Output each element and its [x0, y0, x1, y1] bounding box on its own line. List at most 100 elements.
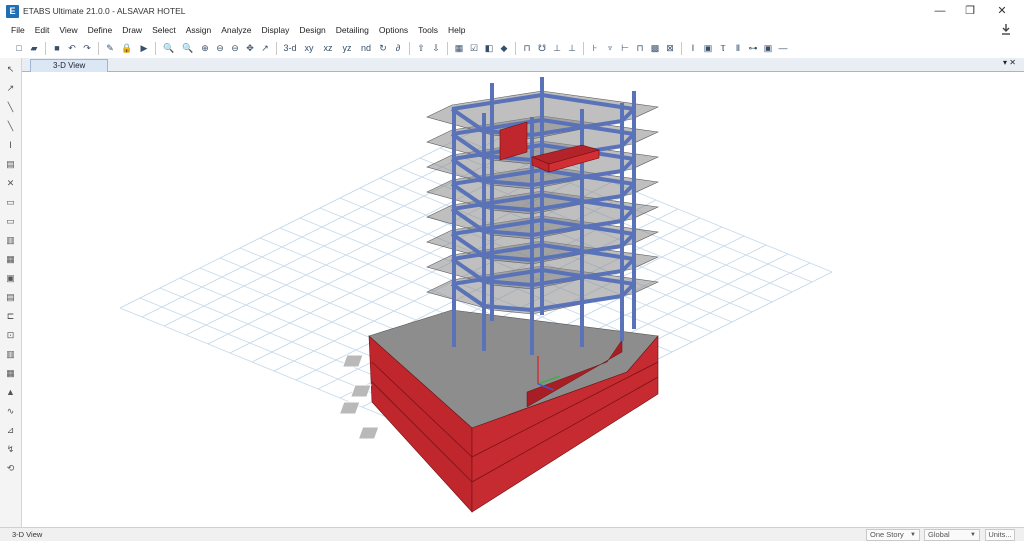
coordinate-system-dropdown[interactable]: Global ▼: [924, 529, 980, 541]
draw-link-icon[interactable]: ⊢: [618, 41, 632, 55]
menu-define[interactable]: Define: [83, 25, 118, 35]
draw-brace-icon[interactable]: ✕: [4, 176, 18, 190]
menu-tools[interactable]: Tools: [413, 25, 443, 35]
menu-options[interactable]: Options: [374, 25, 413, 35]
menu-help[interactable]: Help: [443, 25, 470, 35]
draw-dimension-icon[interactable]: Ⅰ: [686, 41, 700, 55]
reshape-icon[interactable]: ↗: [4, 81, 18, 95]
zoom-restore-icon[interactable]: 🔍: [179, 41, 197, 55]
download-icon[interactable]: [1000, 23, 1012, 36]
podium-base[interactable]: [338, 309, 659, 513]
draw-frame-icon[interactable]: ╲: [4, 119, 18, 133]
toolbar-separator: [515, 41, 516, 55]
draw-brace-icon[interactable]: ☋: [535, 41, 549, 55]
set-building-view-icon[interactable]: ◧: [482, 41, 496, 55]
open-model-icon[interactable]: ▰: [27, 41, 41, 55]
zoom-in-icon[interactable]: ⊕: [198, 41, 212, 55]
draw-area-icon[interactable]: ▭: [4, 214, 18, 228]
toolbar-separator: [681, 41, 682, 55]
menu-assign[interactable]: Assign: [181, 25, 217, 35]
draw-edge-icon[interactable]: ∿: [4, 404, 18, 418]
draw-dimension-icon[interactable]: ⊿: [4, 423, 18, 437]
stair-opening-4: [357, 426, 380, 440]
draw-slab-icon[interactable]: ⊦: [588, 41, 602, 55]
draw-window-icon[interactable]: ▣: [4, 271, 18, 285]
stair-opening-2: [350, 384, 372, 398]
pointer-icon[interactable]: ↗: [258, 41, 272, 55]
draw-line-icon[interactable]: ╲: [4, 100, 18, 114]
snap-options-icon[interactable]: ⟲: [4, 461, 18, 475]
zoom-window-icon[interactable]: 🔍: [160, 41, 178, 55]
model-canvas[interactable]: [22, 72, 1024, 526]
view-nd-icon[interactable]: nd: [357, 41, 375, 55]
draw-floor-icon[interactable]: ▭: [4, 195, 18, 209]
object-shrink-icon[interactable]: ☑: [467, 41, 481, 55]
draw-panel-icon[interactable]: ▥: [4, 347, 18, 361]
move-up-icon[interactable]: ⇧: [414, 41, 428, 55]
select-pointer-icon[interactable]: ↖: [4, 62, 18, 76]
minimize-button[interactable]: —: [925, 3, 955, 19]
units-button[interactable]: Units...: [985, 529, 1015, 541]
story-dropdown[interactable]: One Story ▼: [866, 529, 920, 541]
extrude-icon[interactable]: ◆: [497, 41, 511, 55]
menu-detailing[interactable]: Detailing: [331, 25, 374, 35]
draw-area-icon[interactable]: ▩: [648, 41, 662, 55]
new-model-icon[interactable]: □: [12, 41, 26, 55]
draw-link-icon[interactable]: ⊡: [4, 328, 18, 342]
toolbar-separator: [409, 41, 410, 55]
lock-icon[interactable]: 🔒: [118, 41, 136, 55]
draw-tendon-icon[interactable]: Ⲧ: [716, 41, 730, 55]
building-3d-model[interactable]: [22, 72, 1024, 526]
toolbar-separator: [98, 41, 99, 55]
view-3d-icon[interactable]: 3-d: [281, 41, 299, 55]
undo-icon[interactable]: ↶: [65, 41, 79, 55]
draw-wall-icon[interactable]: ⊥: [565, 41, 579, 55]
set-display-icon[interactable]: ▦: [452, 41, 466, 55]
view-plan-icon[interactable]: xy: [300, 41, 318, 55]
draw-frame-icon[interactable]: ⊓: [633, 41, 647, 55]
menu-design[interactable]: Design: [294, 25, 330, 35]
zoom-snap-icon[interactable]: ↯: [4, 442, 18, 456]
redo-icon[interactable]: ↷: [80, 41, 94, 55]
zoom-out-icon[interactable]: ⊖: [213, 41, 227, 55]
pan-icon[interactable]: ✥: [243, 41, 257, 55]
draw-door-icon[interactable]: ▤: [4, 290, 18, 304]
draw-opening-icon[interactable]: ▦: [4, 252, 18, 266]
draw-opening-icon[interactable]: ⊠: [663, 41, 677, 55]
close-button[interactable]: ✕: [987, 3, 1017, 19]
draw-spring-icon[interactable]: ▲: [4, 385, 18, 399]
draw-line-icon[interactable]: —: [776, 41, 790, 55]
perspective-icon[interactable]: ∂: [391, 41, 405, 55]
draw-beam-icon[interactable]: ⊓: [520, 41, 534, 55]
draw-stair-icon[interactable]: ⊏: [4, 309, 18, 323]
restore-button[interactable]: ❐: [955, 3, 985, 19]
draw-column-icon[interactable]: Ⅰ: [4, 138, 18, 152]
save-model-icon[interactable]: ■: [50, 41, 64, 55]
menu-file[interactable]: File: [6, 25, 30, 35]
draw-joint-icon[interactable]: ♆: [603, 41, 617, 55]
menu-analyze[interactable]: Analyze: [216, 25, 256, 35]
view-elevation-icon[interactable]: xz: [319, 41, 337, 55]
menu-edit[interactable]: Edit: [30, 25, 55, 35]
toolbar-separator: [155, 41, 156, 55]
draw-developed-icon[interactable]: ⊶: [746, 41, 760, 55]
menu-view[interactable]: View: [54, 25, 82, 35]
zoom-fit-icon[interactable]: ⊖: [228, 41, 242, 55]
view-yz-icon[interactable]: yz: [338, 41, 356, 55]
move-down-icon[interactable]: ⇩: [429, 41, 443, 55]
refresh-icon[interactable]: ✎: [103, 41, 117, 55]
menu-select[interactable]: Select: [147, 25, 181, 35]
draw-beam-grid-icon[interactable]: ▤: [4, 157, 18, 171]
menu-display[interactable]: Display: [256, 25, 294, 35]
draw-section-cut-icon[interactable]: ▣: [701, 41, 715, 55]
draw-wall-icon[interactable]: ▥: [4, 233, 18, 247]
draw-ramp-icon[interactable]: ▦: [4, 366, 18, 380]
menu-draw[interactable]: Draw: [117, 25, 147, 35]
tab-3d-view[interactable]: 3-D View: [30, 59, 108, 72]
draw-column-icon[interactable]: ⊥: [550, 41, 564, 55]
tab-menu-icon[interactable]: ▾ ✕: [1003, 58, 1016, 67]
rotate-3d-icon[interactable]: ↻: [376, 41, 390, 55]
run-analysis-icon[interactable]: ▶: [137, 41, 151, 55]
draw-rebar-icon[interactable]: Ⅱ: [731, 41, 745, 55]
draw-reference-icon[interactable]: ▣: [761, 41, 775, 55]
